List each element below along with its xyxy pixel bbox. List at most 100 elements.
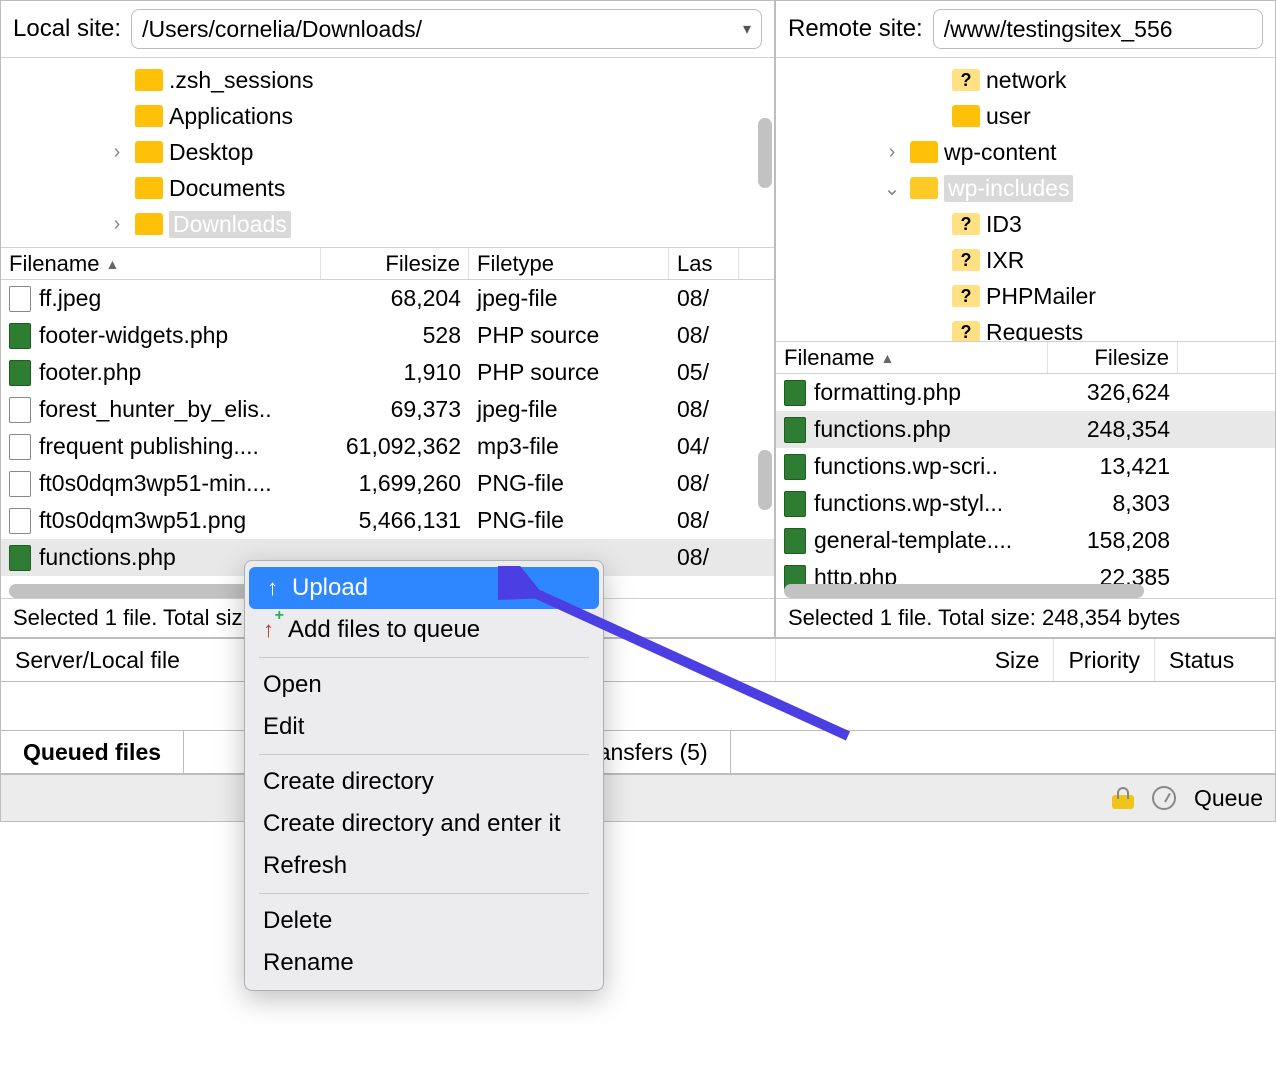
transfer-header: Server/Local file Size Priority Status	[0, 638, 1276, 682]
file-row[interactable]: ff.jpeg68,204jpeg-file08/	[1, 280, 774, 317]
col-filesize[interactable]: Filesize	[1048, 342, 1178, 373]
file-icon	[9, 471, 31, 497]
expander-icon[interactable]: ⌄	[880, 176, 904, 201]
menu-create-directory-enter[interactable]: Create directory and enter it	[245, 803, 603, 845]
menu-edit[interactable]: Edit	[245, 706, 603, 748]
col-modified[interactable]: Las	[669, 248, 739, 279]
local-site-label: Local site:	[13, 15, 121, 43]
tree-item[interactable]: ?IXR	[776, 242, 1275, 278]
remote-path-value: /www/testingsitex_556	[944, 16, 1173, 43]
remote-path-combo[interactable]: /www/testingsitex_556	[933, 9, 1263, 49]
file-type: mp3-file	[469, 433, 669, 460]
tree-item[interactable]: Documents	[1, 170, 774, 206]
menu-refresh[interactable]: Refresh	[245, 845, 603, 887]
php-file-icon	[784, 528, 806, 554]
folder-icon	[135, 141, 163, 163]
col-filename[interactable]: Filename▲	[1, 248, 321, 279]
col-size[interactable]: Size	[776, 639, 1054, 681]
file-row[interactable]: general-template....158,208	[776, 522, 1275, 559]
file-name: ft0s0dqm3wp51-min....	[39, 470, 272, 497]
menu-delete[interactable]: Delete	[245, 900, 603, 942]
menu-rename[interactable]: Rename	[245, 942, 603, 984]
menu-create-directory[interactable]: Create directory	[245, 761, 603, 803]
file-row[interactable]: ft0s0dqm3wp51.png5,466,131PNG-file08/	[1, 502, 774, 539]
file-name-cell: functions.wp-scri..	[776, 453, 1048, 480]
file-size: 13,421	[1048, 453, 1178, 480]
file-row[interactable]: functions.wp-scri..13,421	[776, 448, 1275, 485]
col-filetype[interactable]: Filetype	[469, 248, 669, 279]
menu-add-to-queue[interactable]: ↑ Add files to queue	[245, 609, 603, 651]
folder-question-icon: ?	[952, 321, 980, 342]
tree-item[interactable]: ›Downloads	[1, 206, 774, 242]
tree-item[interactable]: › Desktop	[1, 134, 774, 170]
tree-item[interactable]: ? Requests	[776, 314, 1275, 342]
file-row[interactable]: functions.php248,354	[776, 411, 1275, 448]
file-type: PNG-file	[469, 507, 669, 534]
local-path-combo[interactable]: /Users/cornelia/Downloads/ ▾	[131, 9, 762, 49]
file-size: 1,699,260	[321, 470, 469, 497]
tree-item[interactable]: Applications	[1, 98, 774, 134]
tree-label: wp-includes	[944, 175, 1073, 202]
expander-icon[interactable]: ›	[105, 141, 129, 164]
file-row[interactable]: ft0s0dqm3wp51-min....1,699,260PNG-file08…	[1, 465, 774, 502]
file-name: functions.php	[814, 416, 951, 443]
menu-open[interactable]: Open	[245, 664, 603, 706]
h-scrollbar[interactable]	[784, 584, 1267, 598]
menu-upload-label: Upload	[292, 574, 368, 602]
scrollbar[interactable]	[758, 280, 772, 598]
tree-label: IXR	[986, 247, 1024, 274]
local-tree[interactable]: .zsh_sessions Applications › Desktop Documen…	[1, 58, 774, 248]
file-name: footer-widgets.php	[39, 322, 228, 349]
file-name-cell: formatting.php	[776, 379, 1048, 406]
tab-queued-files[interactable]: Queued files	[1, 731, 184, 773]
tree-label: Requests	[986, 319, 1083, 343]
file-row[interactable]: footer.php1,910PHP source05/	[1, 354, 774, 391]
file-row[interactable]: formatting.php326,624	[776, 374, 1275, 411]
tree-item[interactable]: ?PHPMailer	[776, 278, 1275, 314]
menu-upload[interactable]: ↑ Upload	[249, 567, 599, 609]
tree-item[interactable]: .zsh_sessions	[1, 62, 774, 98]
folder-icon	[910, 177, 938, 199]
col-status[interactable]: Status	[1155, 639, 1275, 681]
file-icon	[9, 508, 31, 534]
remote-file-list[interactable]: formatting.php326,624functions.php248,35…	[776, 374, 1275, 598]
file-row[interactable]: footer-widgets.php528PHP source08/	[1, 317, 774, 354]
local-file-list[interactable]: ff.jpeg68,204jpeg-file08/footer-widgets.…	[1, 280, 774, 598]
remote-site-label: Remote site:	[788, 15, 923, 43]
col-priority[interactable]: Priority	[1054, 639, 1155, 681]
tree-item[interactable]: ?network	[776, 62, 1275, 98]
file-icon	[9, 434, 31, 460]
transfer-tabs: Queued files ransfers (5)	[0, 730, 1276, 774]
tree-label: Applications	[169, 103, 293, 130]
file-name-cell: footer.php	[1, 359, 321, 386]
tree-label: network	[986, 67, 1067, 94]
file-modified: 08/	[669, 396, 739, 423]
php-file-icon	[784, 380, 806, 406]
file-name-cell: ft0s0dqm3wp51.png	[1, 507, 321, 534]
php-file-icon	[784, 417, 806, 443]
tree-item[interactable]: ?ID3	[776, 206, 1275, 242]
col-filesize[interactable]: Filesize	[321, 248, 469, 279]
file-name: functions.php	[39, 544, 176, 571]
php-file-icon	[9, 360, 31, 386]
folder-icon	[910, 141, 938, 163]
tree-label: Desktop	[169, 139, 253, 166]
tree-item[interactable]: user	[776, 98, 1275, 134]
tree-label: PHPMailer	[986, 283, 1096, 310]
gauge-icon[interactable]	[1152, 786, 1176, 810]
expander-icon[interactable]: ›	[880, 141, 904, 164]
tree-label: ID3	[986, 211, 1022, 238]
file-type: PHP source	[469, 322, 669, 349]
expander-icon[interactable]: ›	[105, 213, 129, 236]
col-filename[interactable]: Filename▲	[776, 342, 1048, 373]
tree-item[interactable]: ⌄ wp-includes	[776, 170, 1275, 206]
scrollbar[interactable]	[758, 58, 772, 247]
remote-tree[interactable]: ?networkuser›wp-content⌄wp-includes?ID3?…	[776, 58, 1275, 342]
php-file-icon	[9, 323, 31, 349]
file-row[interactable]: functions.wp-styl...8,303	[776, 485, 1275, 522]
lock-icon[interactable]	[1112, 787, 1134, 809]
file-row[interactable]: forest_hunter_by_elis..69,373jpeg-file08…	[1, 391, 774, 428]
file-row[interactable]: frequent publishing....61,092,362mp3-fil…	[1, 428, 774, 465]
tree-item[interactable]: ›wp-content	[776, 134, 1275, 170]
file-type: jpeg-file	[469, 285, 669, 312]
